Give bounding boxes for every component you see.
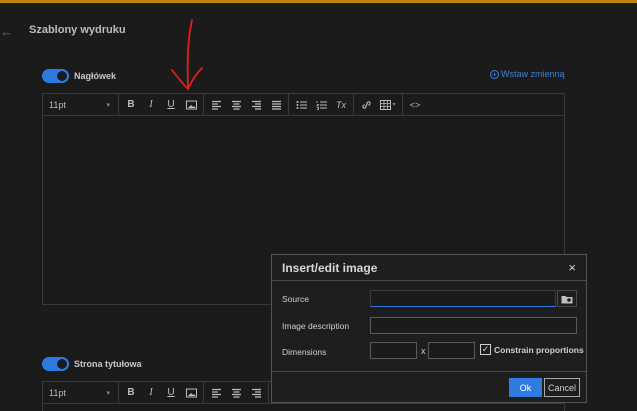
list-group: Tx: [289, 93, 354, 116]
align-left-icon[interactable]: [206, 96, 226, 114]
page-title: Szablony wydruku: [29, 24, 126, 36]
align-right-icon[interactable]: [246, 96, 266, 114]
font-size-value: 11pt: [49, 99, 66, 110]
font-size-select[interactable]: 11pt ▾: [43, 381, 119, 404]
top-accent-bar: [0, 0, 637, 3]
image-icon[interactable]: [181, 96, 201, 114]
header-section-label: Nagłówek: [74, 71, 117, 81]
align-center-icon[interactable]: [226, 96, 246, 114]
browse-folder-icon: [561, 295, 573, 303]
format-group: B I U: [119, 93, 204, 116]
underline-icon[interactable]: U: [161, 96, 181, 114]
align-group: [204, 93, 289, 116]
arrow-left-icon[interactable]: ←: [0, 24, 13, 39]
chevron-down-icon: ▾: [106, 389, 110, 397]
font-size-select[interactable]: 11pt ▾: [43, 93, 119, 116]
checkmark-icon: ✓: [481, 344, 490, 354]
description-label: Image description: [282, 321, 350, 331]
format-group: B I U: [119, 381, 204, 404]
bold-icon[interactable]: B: [121, 384, 141, 402]
link-icon[interactable]: [356, 96, 376, 114]
bullet-list-icon[interactable]: [291, 96, 311, 114]
insert-variable-link[interactable]: + Wstaw zmienną: [490, 69, 565, 79]
dimensions-separator: x: [421, 346, 426, 356]
align-left-icon[interactable]: [206, 384, 226, 402]
header-toggle[interactable]: [42, 69, 69, 83]
table-icon[interactable]: ▾: [376, 96, 400, 114]
source-label: Source: [282, 294, 309, 304]
clear-format-icon[interactable]: Tx: [331, 96, 351, 114]
align-right-icon[interactable]: [246, 384, 266, 402]
browse-image-button[interactable]: [557, 290, 577, 307]
title-page-section-label: Strona tytułowa: [74, 359, 142, 369]
toggle-knob: [57, 359, 67, 369]
code-group: <>: [403, 94, 427, 116]
dialog-header: Insert/edit image ×: [272, 255, 586, 281]
font-size-value: 11pt: [49, 387, 66, 398]
image-icon[interactable]: [181, 384, 201, 402]
align-center-icon[interactable]: [226, 384, 246, 402]
align-justify-icon[interactable]: [266, 96, 286, 114]
insert-group: ▾: [354, 93, 403, 116]
cancel-button[interactable]: Cancel: [544, 378, 580, 397]
title-page-toggle[interactable]: [42, 357, 69, 371]
italic-icon[interactable]: I: [141, 384, 161, 402]
underline-icon[interactable]: U: [161, 384, 181, 402]
numbered-list-icon[interactable]: [311, 96, 331, 114]
insert-variable-label: Wstaw zmienną: [501, 69, 565, 79]
constrain-proportions-checkbox[interactable]: ✓: [480, 344, 491, 355]
dialog-footer: Ok Cancel: [272, 371, 586, 402]
bold-icon[interactable]: B: [121, 96, 141, 114]
code-icon[interactable]: <>: [405, 96, 425, 114]
insert-image-dialog: Insert/edit image × Source Image descrip…: [271, 254, 587, 403]
toggle-knob: [57, 71, 67, 81]
dialog-body: Source Image description Dimensions x ✓ …: [272, 282, 586, 372]
plus-circle-icon: +: [490, 69, 499, 79]
constrain-proportions-label: Constrain proportions: [494, 345, 584, 355]
image-description-input[interactable]: [370, 317, 577, 334]
dimensions-label: Dimensions: [282, 347, 327, 357]
chevron-down-icon: ▾: [106, 101, 110, 109]
italic-icon[interactable]: I: [141, 96, 161, 114]
ok-button[interactable]: Ok: [509, 378, 542, 397]
close-icon[interactable]: ×: [568, 260, 576, 275]
annotation-arrow-icon: [171, 19, 203, 91]
dialog-title: Insert/edit image: [282, 260, 378, 275]
source-input[interactable]: [370, 290, 556, 307]
editor-toolbar: 11pt ▾ B I U Tx ▾ <>: [43, 93, 564, 116]
height-input[interactable]: [428, 342, 475, 359]
align-group: [204, 381, 269, 404]
width-input[interactable]: [370, 342, 417, 359]
